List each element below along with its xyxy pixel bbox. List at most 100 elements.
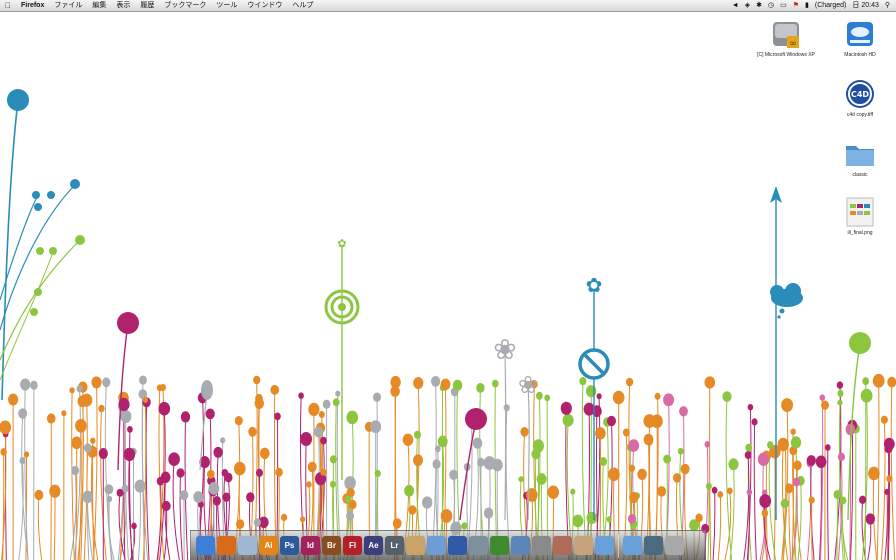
wallpaper-dot <box>629 491 639 504</box>
wallpaper-dot <box>413 430 421 439</box>
menu-bookmarks[interactable]: ブックマーク <box>159 0 211 11</box>
wallpaper-dot <box>248 426 257 437</box>
wallpaper-dot <box>781 439 789 448</box>
app-store-icon[interactable] <box>511 536 530 555</box>
wallpaper-dot <box>672 473 682 483</box>
wallpaper-stem <box>890 382 896 560</box>
wallpaper-dot <box>461 522 468 530</box>
apple-icon[interactable]:  <box>0 0 16 11</box>
wallpaper-dot <box>884 488 890 495</box>
wallpaper-dot <box>370 420 382 434</box>
wallpaper-dot <box>819 394 826 401</box>
wallpaper-dot <box>300 432 312 446</box>
menu-window[interactable]: ウインドウ <box>242 0 287 11</box>
menu-history[interactable]: 履歴 <box>135 0 159 11</box>
apple-logo-icon[interactable] <box>532 536 551 555</box>
wallpaper-dot <box>862 377 870 386</box>
illustrator-icon[interactable]: Ai <box>259 536 278 555</box>
desktop-icon-label: classic <box>852 172 868 178</box>
wallpaper-dot <box>142 397 148 403</box>
trash-icon[interactable] <box>665 536 684 555</box>
time-machine-icon[interactable]: ◷ <box>768 0 774 11</box>
desktop-icon-c4d-tiff[interactable]: C4D c4d copy.tiff <box>830 78 890 118</box>
wallpaper-dot <box>34 489 44 501</box>
wallpaper-dot <box>329 455 337 464</box>
windows-start-icon[interactable] <box>490 536 509 555</box>
preview-icon[interactable] <box>644 536 663 555</box>
desktop-icon-macintosh-hd[interactable]: Macintosh HD <box>830 18 890 58</box>
wallpaper-dot <box>318 411 325 418</box>
indesign-icon[interactable]: Id <box>301 536 320 555</box>
svg-text:❀: ❀ <box>518 371 538 399</box>
desktop-icon-classic[interactable]: classic <box>830 138 890 178</box>
wallpaper-dot <box>71 436 82 450</box>
photo-icon[interactable] <box>553 536 572 555</box>
wallpaper-dot <box>595 427 606 440</box>
menu-app-name[interactable]: Firefox <box>16 0 49 11</box>
wallpaper-dot <box>434 445 441 453</box>
wallpaper-stem <box>807 463 812 560</box>
wallpaper-dot <box>235 519 245 529</box>
wallpaper-dot <box>627 514 637 524</box>
display-icon[interactable]: ▭ <box>780 0 787 11</box>
clock[interactable]: 日 20:43 <box>852 0 878 11</box>
menu-help[interactable]: ヘルプ <box>287 0 318 11</box>
cartoon-icon[interactable] <box>574 536 593 555</box>
wallpaper-stem <box>867 518 872 560</box>
battery-status[interactable]: (Charged) <box>815 0 847 11</box>
folder-stack-icon-2[interactable] <box>623 536 642 555</box>
wallpaper-dot <box>780 498 789 509</box>
flash-icon[interactable]: Fl <box>343 536 362 555</box>
paint-palette-icon[interactable] <box>406 536 425 555</box>
wallpaper-dot <box>160 471 171 484</box>
bluetooth-icon[interactable]: ✱ <box>756 0 762 11</box>
wallpaper-dot <box>274 412 281 421</box>
screenshot-icon[interactable] <box>469 536 488 555</box>
lightroom-icon[interactable]: Lr <box>385 536 404 555</box>
desktop-icon-label: Macintosh HD <box>844 52 876 58</box>
wallpaper-dot <box>179 490 189 501</box>
hard-drive-icon <box>844 18 876 50</box>
menu-edit[interactable]: 編集 <box>87 0 111 11</box>
photoshop-icon[interactable]: Ps <box>280 536 299 555</box>
wallpaper-dot <box>98 448 108 459</box>
wallpaper-dot <box>815 455 827 469</box>
wallpaper-dot <box>76 385 83 393</box>
wallpaper-dot <box>717 491 724 498</box>
firefox-icon[interactable] <box>217 536 236 555</box>
desktop-icon-windows-xp[interactable]: ∞ [C] Microsoft Windows XP <box>756 18 816 58</box>
desktop-icon-ill-final[interactable]: ill_final.png <box>830 196 890 236</box>
wallpaper-stem <box>827 447 829 560</box>
menu-tools[interactable]: ツール <box>211 0 242 11</box>
cinema4d-icon[interactable] <box>448 536 467 555</box>
wallpaper-dot <box>168 452 180 467</box>
wallpaper-dot <box>637 468 647 480</box>
itunes-icon[interactable] <box>427 536 446 555</box>
wallpaper-dot <box>747 404 754 411</box>
after-effects-icon[interactable]: Ae <box>364 536 383 555</box>
menu-file[interactable]: ファイル <box>49 0 87 11</box>
menu-view[interactable]: 表示 <box>111 0 135 11</box>
finder-icon[interactable] <box>196 536 215 555</box>
battery-icon[interactable]: ▮ <box>805 0 809 11</box>
mail-icon[interactable] <box>238 536 257 555</box>
wallpaper-dot <box>104 484 114 495</box>
wallpaper-dot <box>547 485 559 499</box>
bridge-icon[interactable]: Br <box>322 536 341 555</box>
spotlight-icon[interactable]: ⚲ <box>885 0 890 11</box>
desktop-wallpaper: ✿ ❀ ❀ ✿ <box>0 89 896 560</box>
wallpaper-dot <box>663 454 671 464</box>
wallpaper-dot <box>477 457 485 467</box>
folder-icon <box>844 138 876 170</box>
wallpaper-stem <box>137 486 141 560</box>
wallpaper-stem <box>2 451 5 560</box>
flag-icon[interactable]: ⚑ <box>793 0 799 11</box>
desktop-icon-label: c4d copy.tiff <box>846 112 874 118</box>
wallpaper-dot <box>300 516 306 523</box>
wallpaper-dot <box>520 427 529 437</box>
folder-stack-icon[interactable] <box>595 536 614 555</box>
wallpaper-dot <box>677 447 684 455</box>
wifi-icon[interactable]: ◈ <box>745 0 750 11</box>
wallpaper-stem <box>709 382 712 560</box>
volume-icon[interactable]: ◄ <box>732 0 739 11</box>
